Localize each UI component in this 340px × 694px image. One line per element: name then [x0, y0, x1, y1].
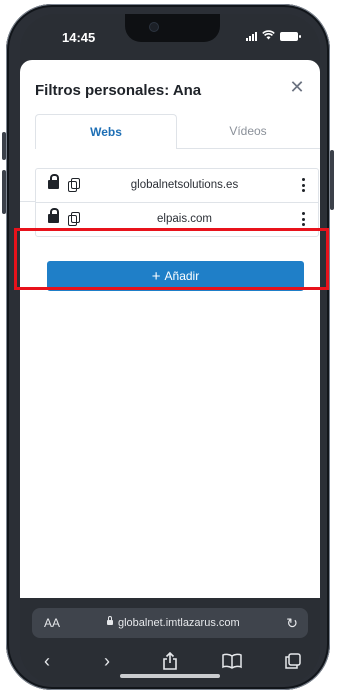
- site-list: globalnetsolutions.es elpais.com: [35, 168, 319, 237]
- modal-title: Filtros personales: Ana: [35, 82, 202, 99]
- modal-header: Filtros personales: Ana ✕: [20, 60, 320, 110]
- tabs-icon[interactable]: [278, 646, 308, 678]
- address-bar[interactable]: AA globalnet.imtlazarus.com ↻: [32, 608, 308, 638]
- volume-button: [2, 132, 6, 160]
- copy-icon[interactable]: [68, 212, 80, 226]
- url-display: globalnet.imtlazarus.com: [107, 608, 240, 638]
- bookmarks-icon[interactable]: [217, 646, 247, 678]
- copy-icon[interactable]: [68, 178, 80, 192]
- more-options-icon[interactable]: [300, 178, 306, 192]
- tab-divider: [20, 201, 35, 202]
- reload-icon[interactable]: ↻: [286, 608, 298, 638]
- site-domain: globalnetsolutions.es: [130, 179, 239, 191]
- back-icon[interactable]: ‹: [32, 646, 62, 676]
- status-time: 14:45: [62, 30, 96, 45]
- personal-filters-modal: Filtros personales: Ana ✕ Webs Vídeos gl…: [20, 60, 320, 598]
- list-item: globalnetsolutions.es: [36, 169, 318, 203]
- lock-icon: [107, 616, 113, 625]
- power-button: [330, 150, 334, 210]
- close-icon[interactable]: ✕: [288, 78, 306, 96]
- lock-icon[interactable]: [48, 174, 59, 189]
- signal-icon: [246, 31, 257, 41]
- more-options-icon[interactable]: [300, 212, 306, 226]
- highlight-box: [14, 228, 329, 290]
- home-indicator: [120, 674, 220, 678]
- safari-toolbar: AA globalnet.imtlazarus.com ↻ ‹ ›: [20, 598, 320, 684]
- url-text: globalnet.imtlazarus.com: [118, 617, 240, 629]
- browser-nav: ‹ ›: [20, 646, 320, 676]
- lock-icon[interactable]: [48, 208, 59, 223]
- tabs: Webs Vídeos: [20, 114, 320, 202]
- tab-webs[interactable]: Webs: [35, 114, 177, 149]
- screen: 14:45 Filtros personales: Ana ✕ Webs Víd…: [20, 14, 320, 684]
- status-icons: [246, 30, 301, 42]
- reader-settings-button[interactable]: AA: [44, 608, 60, 638]
- volume-button: [2, 170, 6, 214]
- notch: [125, 14, 220, 42]
- camera-icon: [149, 22, 159, 32]
- wifi-icon: [262, 30, 275, 42]
- forward-icon[interactable]: ›: [92, 646, 122, 676]
- battery-icon: [280, 31, 301, 41]
- tab-videos[interactable]: Vídeos: [176, 114, 320, 149]
